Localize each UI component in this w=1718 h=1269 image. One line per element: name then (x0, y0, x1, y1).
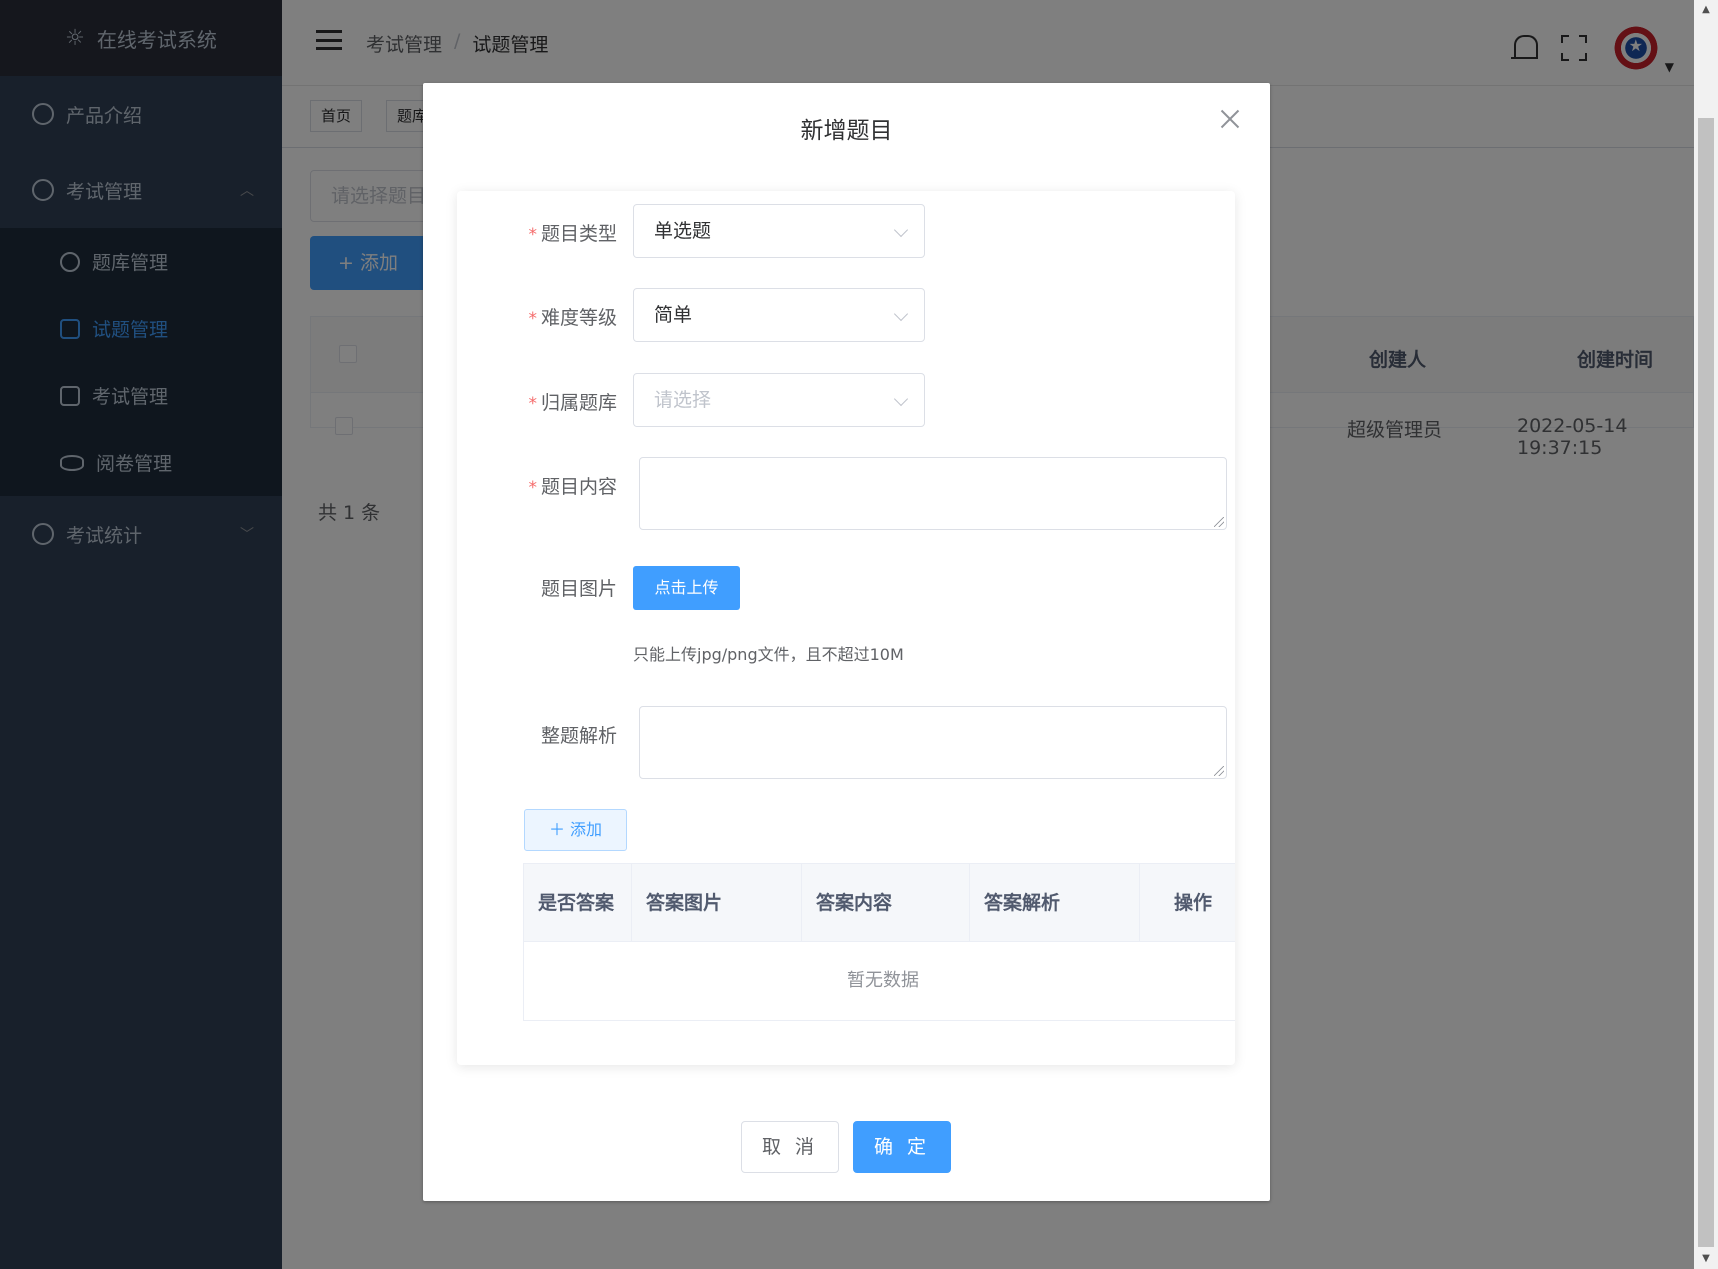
empty-state: 暂无数据 (847, 970, 919, 991)
form-label-bank: * 归属题库 (457, 388, 617, 415)
column-header: 答案图片 (632, 864, 802, 942)
form-label-text: 题目内容 (540, 476, 617, 498)
page-scrollbar[interactable]: ▲ ▼ (1694, 0, 1718, 1269)
form-label-image: 题目图片 (457, 574, 617, 601)
select-placeholder: 请选择 (654, 389, 712, 411)
difficulty-select[interactable]: 简单 (633, 288, 925, 342)
column-header: 操作 (1174, 892, 1213, 914)
chevron-down-icon (893, 391, 909, 407)
close-icon[interactable] (1220, 109, 1240, 129)
form-label-content: * 题目内容 (457, 472, 617, 499)
scrollbar-thumb[interactable] (1698, 118, 1714, 1247)
question-content-textarea[interactable] (639, 457, 1227, 530)
required-mark: * (528, 309, 537, 329)
column-header: 答案内容 (802, 864, 970, 942)
required-mark: * (528, 394, 537, 414)
question-bank-select[interactable]: 请选择 (633, 373, 925, 427)
upload-button[interactable]: 点击上传 (633, 566, 740, 610)
required-mark: * (528, 225, 537, 245)
analysis-textarea[interactable] (639, 706, 1227, 779)
chevron-down-icon (893, 222, 909, 238)
add-question-dialog: 新增题目 * 题目类型 单选题 * 难度等级 简单 * 归属题库 请选择 * 题目内容 … (423, 83, 1270, 1201)
dialog-title: 新增题目 (800, 118, 893, 144)
chevron-down-icon (893, 306, 909, 322)
plus-icon: ＋ (548, 820, 571, 839)
column-header: 是否答案 (524, 864, 632, 942)
cancel-button[interactable]: 取 消 (741, 1121, 839, 1173)
column-header: 答案解析 (970, 864, 1140, 942)
form-label-text: 整题解析 (540, 725, 617, 747)
question-type-select[interactable]: 单选题 (633, 204, 925, 258)
required-mark: * (528, 478, 537, 498)
form-label-text: 题目图片 (540, 578, 617, 600)
form-label-difficulty: * 难度等级 (457, 303, 617, 330)
add-answer-label: 添加 (570, 820, 603, 839)
scroll-up-arrow-icon[interactable]: ▲ (1694, 0, 1718, 20)
select-value: 简单 (654, 304, 693, 326)
question-form-card: * 题目类型 单选题 * 难度等级 简单 * 归属题库 请选择 * 题目内容 题目图片 … (457, 191, 1235, 1065)
upload-tip: 只能上传jpg/png文件，且不超过10M (633, 645, 904, 664)
form-label-text: 归属题库 (540, 392, 617, 414)
form-label-text: 题目类型 (540, 223, 617, 245)
form-label-text: 难度等级 (540, 307, 617, 329)
add-answer-button[interactable]: ＋ 添加 (524, 809, 627, 851)
form-label-type: * 题目类型 (457, 219, 617, 246)
answer-table-header: 是否答案 答案图片 答案内容 答案解析 操作 (524, 864, 1235, 942)
form-label-analysis: 整题解析 (457, 721, 617, 748)
select-value: 单选题 (654, 220, 712, 242)
scroll-down-arrow-icon[interactable]: ▼ (1694, 1249, 1718, 1269)
confirm-button[interactable]: 确 定 (853, 1121, 951, 1173)
answer-table: 是否答案 答案图片 答案内容 答案解析 操作 暂无数据 (523, 863, 1235, 1021)
